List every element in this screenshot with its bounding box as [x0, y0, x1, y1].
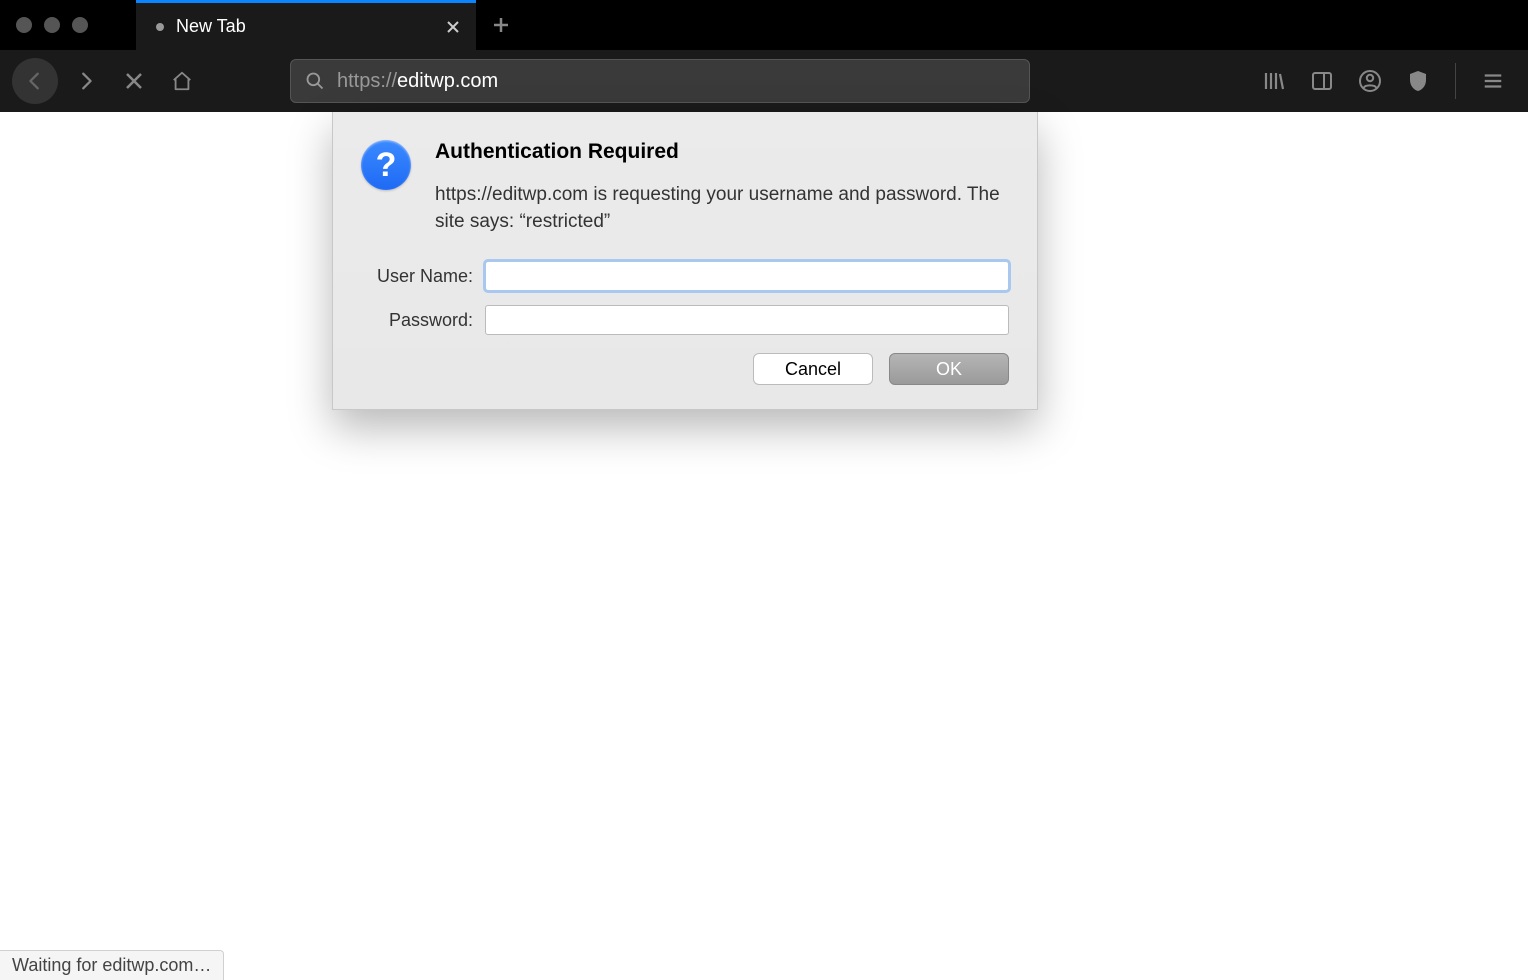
password-label: Password:	[361, 310, 473, 331]
account-icon[interactable]	[1355, 66, 1385, 96]
new-tab-button[interactable]	[476, 0, 526, 50]
sidebar-icon[interactable]	[1307, 66, 1337, 96]
search-icon	[305, 71, 325, 91]
password-row: Password:	[361, 305, 1009, 335]
cancel-button[interactable]: Cancel	[753, 353, 873, 385]
ok-button[interactable]: OK	[889, 353, 1009, 385]
dialog-message: https://editwp.com is requesting your us…	[435, 182, 1009, 235]
url-prefix: https://	[337, 70, 397, 92]
shield-icon[interactable]	[1403, 66, 1433, 96]
url-text: https://editwp.com	[337, 70, 498, 93]
back-button[interactable]	[12, 58, 58, 104]
toolbar-divider	[1455, 63, 1456, 99]
address-bar[interactable]: https://editwp.com	[290, 59, 1030, 103]
tab-strip: New Tab	[136, 0, 526, 50]
tab-title: New Tab	[176, 16, 432, 37]
menu-button[interactable]	[1478, 66, 1508, 96]
dialog-button-row: Cancel OK	[361, 353, 1009, 385]
dialog-text-block: Authentication Required https://editwp.c…	[435, 140, 1009, 235]
window-title-bar: New Tab	[0, 0, 1528, 50]
dialog-header: ? Authentication Required https://editwp…	[361, 140, 1009, 235]
library-icon[interactable]	[1259, 66, 1289, 96]
username-input[interactable]	[485, 261, 1009, 291]
browser-toolbar: https://editwp.com	[0, 50, 1528, 112]
tab-loading-indicator-icon	[156, 23, 164, 31]
question-icon: ?	[361, 140, 411, 190]
home-button[interactable]	[162, 61, 202, 101]
toolbar-right-group	[1259, 63, 1516, 99]
auth-dialog: ? Authentication Required https://editwp…	[332, 112, 1038, 410]
page-content: ? Authentication Required https://editwp…	[0, 112, 1528, 980]
stop-button[interactable]	[114, 61, 154, 101]
browser-tab-active[interactable]: New Tab	[136, 0, 476, 50]
username-label: User Name:	[361, 266, 473, 287]
status-bar: Waiting for editwp.com…	[0, 950, 224, 980]
forward-button[interactable]	[66, 61, 106, 101]
url-domain: editwp.com	[397, 70, 498, 92]
dialog-title: Authentication Required	[435, 140, 1009, 164]
password-input[interactable]	[485, 305, 1009, 335]
window-minimize-button[interactable]	[44, 17, 60, 33]
window-controls	[0, 17, 88, 33]
window-maximize-button[interactable]	[72, 17, 88, 33]
username-row: User Name:	[361, 261, 1009, 291]
window-close-button[interactable]	[16, 17, 32, 33]
tab-close-button[interactable]	[444, 18, 462, 36]
